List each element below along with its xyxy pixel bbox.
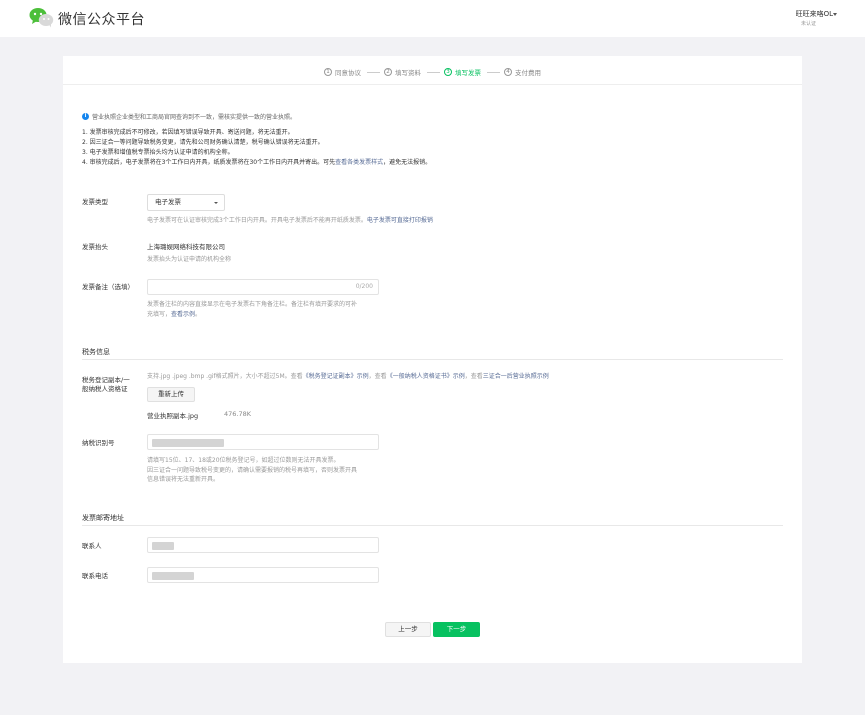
rule-4: 4. 审核完成后，电子发票将在3个工作日内开具，纸质发票将在30个工作日内开具并… <box>82 159 432 166</box>
next-step-button[interactable]: 下一步 <box>433 622 480 637</box>
view-example-link[interactable]: 查看示例 <box>171 311 195 318</box>
invoice-type-select[interactable]: 电子发票 <box>147 194 225 211</box>
invoice-note-label: 发票备注（选填） <box>82 283 134 291</box>
electronic-invoice-print-link[interactable]: 电子发票可直接打印报销 <box>367 217 433 224</box>
step-label: 填写资料 <box>395 69 421 77</box>
rule-2: 2. 因三证合一等问题导致税务变更，请先和公司财务确认清楚，税号确认错误将无法重… <box>82 139 324 146</box>
step-agree: 1 同意协议 <box>324 66 361 78</box>
invoice-panel: 1 同意协议 2 填写资料 3 填写发票 4 支付费用 i 营业执照企业类型和工… <box>63 56 802 663</box>
invoice-type-label: 发票类型 <box>82 198 108 206</box>
account-status: 未认证 <box>800 21 816 27</box>
info-icon: i <box>82 113 89 120</box>
tax-section-title: 税务信息 <box>82 348 110 356</box>
notice-text: 营业执照企业类型和工商局官网查询到不一致，需核实提供一致的营业执照。 <box>92 114 297 121</box>
reupload-button[interactable]: 重新上传 <box>147 387 195 402</box>
uploaded-file-size: 476.78K <box>224 410 252 418</box>
step-divider <box>367 72 380 73</box>
account-name[interactable]: 旺旺来咯OL <box>796 9 833 19</box>
invoice-note-hint: 发票备注栏的内容直接显示在电子发票右下角备注栏。备注栏有填开要求的可补 充填写，… <box>147 301 358 318</box>
phone-label: 联系电话 <box>82 572 108 580</box>
masked-value <box>152 542 174 550</box>
business-license-example-link[interactable]: 三证合一后营业执照示例 <box>483 373 549 380</box>
invoice-title-value: 上海璐娱网络科技有限公司 <box>147 243 225 251</box>
masked-value <box>152 439 224 447</box>
prev-step-button[interactable]: 上一步 <box>385 622 431 637</box>
step-label: 填写发票 <box>455 69 481 77</box>
section-divider <box>82 359 783 360</box>
notice-bar: i 营业执照企业类型和工商局官网查询到不一致，需核实提供一致的营业执照。 <box>82 112 296 121</box>
wechat-logo-icon[interactable] <box>29 7 54 28</box>
invoice-type-hint: 电子发票可在认证审核完成3个工作日内开具。开具电子发票后不能再开纸质发票。电子发… <box>147 217 433 224</box>
phone-input[interactable] <box>147 567 379 583</box>
tax-cert-hint: 支持.jpg .jpeg .bmp .gif格式照片，大小不超过5M。查看《税务… <box>147 373 549 380</box>
section-divider <box>82 525 783 526</box>
tax-cert-label: 税务登记副本/一 般纳税人资格证 <box>82 376 130 393</box>
uploaded-file-name: 营业执照副本.jpg <box>147 412 199 420</box>
invoice-title-label: 发票抬头 <box>82 243 108 251</box>
contact-label: 联系人 <box>82 542 102 550</box>
step-label: 支付费用 <box>515 69 541 77</box>
step-label: 同意协议 <box>335 69 361 77</box>
address-section-title: 发票邮寄地址 <box>82 514 124 522</box>
taxpayer-cert-example-link[interactable]: 《一般纳税人资格证书》示例 <box>387 373 465 380</box>
top-bar: 微信公众平台 旺旺来咯OL 未认证 <box>0 0 865 37</box>
invoice-rules: 1. 发票审核完成后不可修改，若因填写错误导致开具、寄送问题，将无法重开。 2.… <box>82 128 431 168</box>
step-info: 2 填写资料 <box>384 66 421 78</box>
tax-registration-example-link[interactable]: 《税务登记证副本》示例 <box>303 373 369 380</box>
invoice-note-input[interactable]: 0/200 <box>147 279 379 295</box>
step-number: 4 <box>504 68 512 76</box>
step-divider <box>487 72 500 73</box>
chevron-down-icon[interactable] <box>833 13 837 16</box>
rule-3: 3. 电子发票和增值税专票抬头均为认证申请的机构全称。 <box>82 149 234 156</box>
tax-id-input[interactable] <box>147 434 379 450</box>
rule-1: 1. 发票审核完成后不可修改，若因填写错误导致开具、寄送问题，将无法重开。 <box>82 129 294 136</box>
step-number: 3 <box>444 68 452 76</box>
step-number: 1 <box>324 68 332 76</box>
masked-value <box>152 572 194 580</box>
tax-id-hint: 请填写15位、17、18或20位税务登记号，如超过位数则无法开具发票。 因三证合… <box>147 457 358 483</box>
steps-divider <box>63 84 802 85</box>
tax-id-label: 纳税识别号 <box>82 439 115 447</box>
view-invoice-styles-link[interactable]: 查看各类发票样式 <box>335 159 383 166</box>
step-invoice: 3 填写发票 <box>444 66 481 78</box>
step-number: 2 <box>384 68 392 76</box>
contact-input[interactable] <box>147 537 379 553</box>
invoice-title-hint: 发票抬头为认证申请的机构全称 <box>147 256 232 263</box>
step-divider <box>427 72 440 73</box>
char-counter: 0/200 <box>355 283 373 290</box>
step-pay: 4 支付费用 <box>504 66 541 78</box>
chevron-down-icon <box>214 202 218 204</box>
brand-title[interactable]: 微信公众平台 <box>58 9 145 29</box>
